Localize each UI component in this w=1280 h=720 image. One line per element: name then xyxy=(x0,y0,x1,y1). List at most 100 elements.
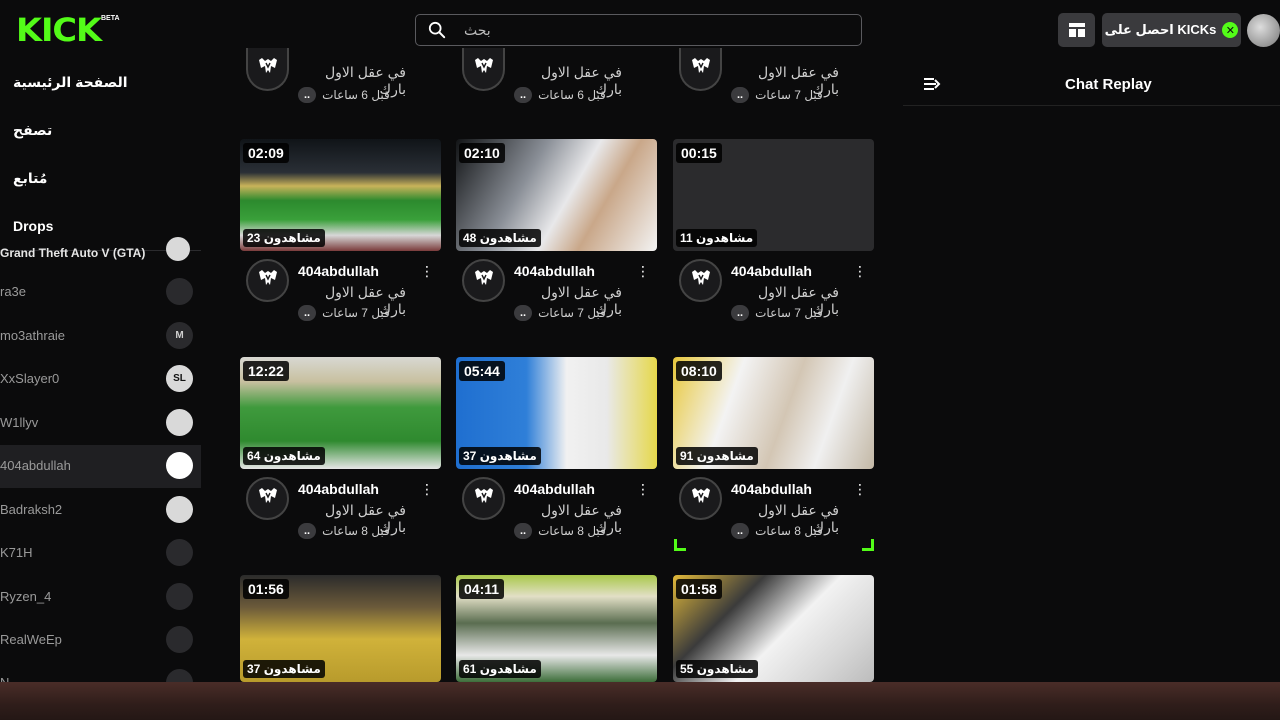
sidebar-channel-item[interactable]: K71H xyxy=(0,532,201,575)
video-duration: 12:22 xyxy=(243,361,289,381)
beta-badge: BETA xyxy=(100,15,120,22)
sidebar-channel-item[interactable]: ra3e xyxy=(0,271,201,314)
video-age: قبل 7 ساعات xyxy=(755,88,823,102)
sidebar-channel-item[interactable]: Ryzen_4 xyxy=(0,576,201,619)
category-pill[interactable]: .. xyxy=(298,523,317,539)
category-pill[interactable]: .. xyxy=(298,87,317,103)
channel-name: 404abdullah xyxy=(0,458,71,473)
more-options-icon[interactable]: ⋮ xyxy=(420,263,434,280)
video-duration: 01:58 xyxy=(676,579,722,599)
more-options-icon[interactable]: ⋮ xyxy=(636,263,650,280)
layout-toggle-button[interactable] xyxy=(1058,13,1095,47)
video-thumbnail[interactable]: 02:10 مشاهدون 48 xyxy=(456,139,657,251)
channel-name[interactable]: 404abdullah xyxy=(731,263,812,279)
channel-name: Badraksh2 xyxy=(0,502,63,517)
video-views: مشاهدون 91 xyxy=(676,447,758,465)
video-views: مشاهدون 37 xyxy=(243,660,325,678)
video-thumbnail[interactable]: 00:15 مشاهدون 11 xyxy=(673,139,874,251)
video-thumbnail[interactable]: 08:10 مشاهدون 91 xyxy=(673,357,874,469)
video-card[interactable]: 04:11 مشاهدون 61 xyxy=(456,575,657,682)
more-options-icon[interactable]: ⋮ xyxy=(853,481,867,498)
channel-avatar xyxy=(166,237,190,261)
sidebar-channel-item[interactable]: XxSlayer0 SL xyxy=(0,358,201,401)
channel-avatar xyxy=(166,452,193,479)
more-options-icon[interactable]: ⋮ xyxy=(420,481,434,498)
video-card[interactable]: في عقل الاول بارك.. قبل 7 ساعات xyxy=(673,48,874,110)
more-options-icon[interactable]: ⋮ xyxy=(853,263,867,280)
video-meta: .. قبل 6 ساعات xyxy=(514,87,606,103)
channel-name[interactable]: 404abdullah xyxy=(298,481,379,497)
sidebar-channel-item[interactable]: mo3athraie M xyxy=(0,315,201,358)
video-card[interactable]: في عقل الاول بارك.. قبل 6 ساعات xyxy=(456,48,657,110)
chat-header: Chat Replay xyxy=(903,62,1280,106)
video-card[interactable]: 01:56 مشاهدون 37 xyxy=(240,575,441,682)
video-duration: 04:11 xyxy=(459,579,505,599)
nav-home[interactable]: الصفحة الرئيسية xyxy=(13,74,128,91)
channel-name[interactable]: 404abdullah xyxy=(514,481,595,497)
search-input[interactable]: بحث xyxy=(415,14,862,46)
search-placeholder: بحث xyxy=(464,21,491,38)
video-card[interactable]: 01:58 مشاهدون 55 xyxy=(673,575,874,682)
category-pill[interactable]: .. xyxy=(514,523,533,539)
channel-name[interactable]: 404abdullah xyxy=(514,263,595,279)
layout-icon xyxy=(1068,23,1085,37)
video-meta: .. قبل 6 ساعات xyxy=(298,87,390,103)
channel-avatar[interactable] xyxy=(246,477,289,520)
sidebar-channel-item[interactable]: Badraksh2 xyxy=(0,489,201,532)
video-meta: .. قبل 7 ساعات xyxy=(298,305,390,321)
video-card[interactable]: 08:10 مشاهدون 91 404abdullah ⋮ في عقل الاول … xyxy=(673,357,874,547)
channel-name: K71H xyxy=(0,545,33,560)
sidebar: الصفحة الرئيسية تصفح مُتابع Drops Grand … xyxy=(0,60,201,696)
video-thumbnail[interactable]: 01:56 مشاهدون 37 xyxy=(240,575,441,682)
channel-avatar[interactable] xyxy=(462,477,505,520)
video-age: قبل 7 ساعات xyxy=(538,306,606,320)
channel-avatar: M xyxy=(166,322,193,349)
channel-avatar[interactable] xyxy=(679,48,722,91)
user-avatar[interactable] xyxy=(1247,14,1280,47)
video-card[interactable]: 05:44 مشاهدون 37 404abdullah ⋮ في عقل الاول … xyxy=(456,357,657,547)
category-pill[interactable]: .. xyxy=(731,305,750,321)
channel-avatar[interactable] xyxy=(679,259,722,302)
video-thumbnail[interactable]: 01:58 مشاهدون 55 xyxy=(673,575,874,682)
video-thumbnail[interactable]: 04:11 مشاهدون 61 xyxy=(456,575,657,682)
channel-avatar xyxy=(166,539,193,566)
video-card[interactable]: 12:22 مشاهدون 64 404abdullah ⋮ في عقل الاول … xyxy=(240,357,441,547)
category-pill[interactable]: .. xyxy=(298,305,317,321)
channel-logo-icon xyxy=(472,266,496,295)
video-card[interactable]: 00:15 مشاهدون 11 404abdullah ⋮ في عقل الاول … xyxy=(673,139,874,329)
nav-drops[interactable]: Drops xyxy=(13,218,53,234)
channel-avatar[interactable] xyxy=(462,48,505,91)
channel-avatar[interactable] xyxy=(246,259,289,302)
video-card[interactable]: 02:09 مشاهدون 23 404abdullah ⋮ في عقل الاول … xyxy=(240,139,441,329)
sidebar-channel-item[interactable]: W1llyv xyxy=(0,402,201,445)
channel-avatar[interactable] xyxy=(462,259,505,302)
channel-name[interactable]: 404abdullah xyxy=(731,481,812,497)
category-pill[interactable]: .. xyxy=(731,87,750,103)
nav-following[interactable]: مُتابع xyxy=(13,170,47,187)
category-pill[interactable]: .. xyxy=(731,523,750,539)
more-options-icon[interactable]: ⋮ xyxy=(636,481,650,498)
channel-name: XxSlayer0 xyxy=(0,371,60,386)
channel-avatar[interactable] xyxy=(679,477,722,520)
video-thumbnail[interactable]: 02:09 مشاهدون 23 xyxy=(240,139,441,251)
channel-avatar[interactable] xyxy=(246,48,289,91)
search-icon xyxy=(428,21,446,39)
kick-logo[interactable]: KICK BETA xyxy=(16,14,120,46)
channel-name[interactable]: 404abdullah xyxy=(298,263,379,279)
video-thumbnail[interactable]: 12:22 مشاهدون 64 xyxy=(240,357,441,469)
video-duration: 02:10 xyxy=(459,143,505,163)
get-kicks-button[interactable]: احصل على KICKs ✕ xyxy=(1102,13,1241,47)
channel-name: Grand Theft Auto V (GTA) xyxy=(0,246,146,260)
sidebar-channel-item[interactable]: RealWeEp xyxy=(0,619,201,662)
sidebar-channel-item[interactable]: Grand Theft Auto V (GTA) xyxy=(0,237,201,269)
video-thumbnail[interactable]: 05:44 مشاهدون 37 xyxy=(456,357,657,469)
sidebar-channel-item[interactable]: 404abdullah xyxy=(0,445,201,488)
video-card[interactable]: 02:10 مشاهدون 48 404abdullah ⋮ في عقل الاول … xyxy=(456,139,657,329)
nav-browse[interactable]: تصفح xyxy=(13,122,52,139)
category-pill[interactable]: .. xyxy=(514,305,533,321)
channel-name: Ryzen_4 xyxy=(0,589,52,604)
category-pill[interactable]: .. xyxy=(514,87,533,103)
collapse-chat-icon[interactable] xyxy=(923,76,941,92)
video-card[interactable]: في عقل الاول بارك.. قبل 6 ساعات xyxy=(240,48,441,110)
channel-logo-icon xyxy=(689,266,713,295)
